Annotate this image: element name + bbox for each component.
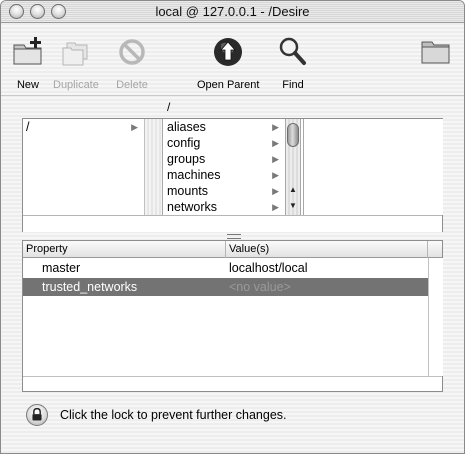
directory-browser: / ▶ aliases ▶ config ▶ groups ▶ machines… bbox=[22, 118, 443, 232]
browser-column-3 bbox=[303, 119, 443, 215]
browser-item-label: config bbox=[167, 136, 201, 150]
window-title: local @ 127.0.0.1 - /Desire bbox=[155, 4, 310, 19]
browser-column-2: aliases ▶ config ▶ groups ▶ machines ▶ m… bbox=[164, 119, 285, 215]
folder-button[interactable] bbox=[419, 35, 453, 69]
lock-icon bbox=[32, 407, 42, 421]
column-header-values[interactable]: Value(s) bbox=[226, 241, 428, 258]
browser-item-label: machines bbox=[167, 168, 221, 182]
table-header: Property Value(s) bbox=[23, 241, 442, 258]
split-view-handle[interactable] bbox=[227, 234, 241, 239]
folder-icon bbox=[421, 41, 450, 64]
disclosure-arrow-icon: ▶ bbox=[272, 138, 279, 148]
new-folder-icon bbox=[13, 37, 42, 65]
delete-icon bbox=[119, 39, 145, 65]
property-value: <no value> bbox=[229, 280, 291, 294]
browser-item-label: networks bbox=[167, 200, 218, 214]
table-row-selected[interactable]: trusted_networks <no value> bbox=[23, 278, 428, 296]
property-name: master bbox=[42, 261, 81, 275]
browser-column-1: / ▶ bbox=[23, 119, 145, 215]
duplicate-button[interactable]: Duplicate bbox=[53, 35, 99, 91]
open-parent-button[interactable]: Open Parent bbox=[197, 35, 259, 91]
lock-button[interactable] bbox=[26, 404, 48, 426]
scroll-down-arrow-icon[interactable]: ▼ bbox=[286, 199, 300, 213]
browser-item-aliases[interactable]: aliases ▶ bbox=[164, 119, 285, 135]
table-vertical-scrollbar[interactable] bbox=[428, 258, 443, 376]
column-1-scrollbar[interactable] bbox=[145, 119, 163, 215]
table-row[interactable]: master localhost/local bbox=[23, 259, 428, 277]
disclosure-arrow-icon: ▶ bbox=[272, 122, 279, 132]
browser-item-networks[interactable]: networks ▶ bbox=[164, 199, 285, 215]
browser-item-label: aliases bbox=[167, 120, 206, 134]
netinfo-manager-window: local @ 127.0.0.1 - /Desire New Duplicat… bbox=[0, 0, 465, 454]
duplicate-label: Duplicate bbox=[53, 79, 99, 91]
find-button[interactable]: Find bbox=[276, 35, 310, 91]
property-value: localhost/local bbox=[229, 261, 308, 275]
browser-item-label: mounts bbox=[167, 184, 208, 198]
disclosure-arrow-icon: ▶ bbox=[272, 154, 279, 164]
scroll-up-arrow-icon[interactable]: ▲ bbox=[286, 183, 300, 197]
browser-item-mounts[interactable]: mounts ▶ bbox=[164, 183, 285, 199]
magnifying-glass-icon bbox=[279, 37, 306, 65]
path-label: / bbox=[167, 100, 171, 114]
browser-item-groups[interactable]: groups ▶ bbox=[164, 151, 285, 167]
browser-item-label: groups bbox=[167, 152, 206, 166]
toolbar-separator bbox=[1, 95, 464, 96]
open-parent-label: Open Parent bbox=[197, 79, 260, 91]
title-bar[interactable]: local @ 127.0.0.1 - /Desire bbox=[1, 1, 464, 23]
find-label: Find bbox=[282, 79, 304, 91]
browser-item-machines[interactable]: machines ▶ bbox=[164, 167, 285, 183]
delete-label: Delete bbox=[116, 79, 148, 91]
property-table: Property Value(s) master localhost/local… bbox=[22, 240, 443, 392]
scroll-thumb[interactable] bbox=[287, 123, 299, 147]
disclosure-arrow-icon: ▶ bbox=[272, 186, 279, 196]
browser-item-config[interactable]: config ▶ bbox=[164, 135, 285, 151]
duplicate-icon bbox=[62, 42, 88, 66]
new-button[interactable]: New bbox=[11, 35, 45, 91]
browser-item-label: / bbox=[26, 120, 30, 134]
lock-status-text: Click the lock to prevent further change… bbox=[60, 408, 287, 422]
property-name: trusted_networks bbox=[42, 280, 138, 294]
browser-item-root[interactable]: / ▶ bbox=[23, 119, 144, 135]
new-label: New bbox=[16, 79, 39, 91]
table-horizontal-scrollbar[interactable] bbox=[23, 376, 442, 391]
disclosure-arrow-icon: ▶ bbox=[272, 170, 279, 180]
delete-button[interactable]: Delete bbox=[115, 35, 149, 91]
browser-horizontal-scrollbar[interactable] bbox=[23, 215, 442, 232]
column-header-property[interactable]: Property bbox=[23, 241, 226, 258]
globe-up-arrow-icon bbox=[214, 38, 243, 66]
disclosure-arrow-icon: ▶ bbox=[272, 202, 279, 212]
column-2-scrollbar[interactable]: ▲ ▼ bbox=[285, 119, 301, 215]
disclosure-arrow-icon: ▶ bbox=[131, 122, 138, 132]
